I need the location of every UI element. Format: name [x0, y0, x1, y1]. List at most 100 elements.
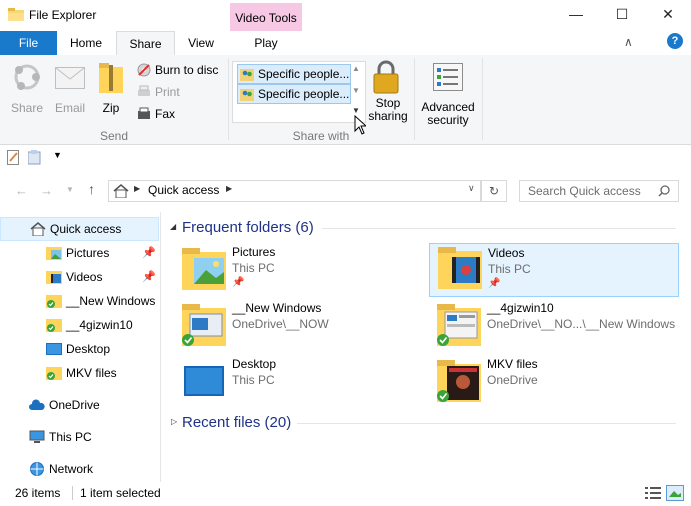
section-divider [322, 228, 676, 229]
share-button[interactable]: Share [6, 59, 48, 119]
cloud-icon [29, 399, 45, 410]
pane-divider [160, 212, 161, 482]
maximize-button[interactable]: ☐ [599, 0, 645, 30]
pin-icon[interactable]: 📌 [142, 242, 156, 264]
pin-icon: 📌 [488, 278, 501, 289]
star-icon [30, 222, 46, 236]
folder-tile-desktop[interactable]: Desktop This PC [174, 357, 424, 409]
pin-icon: 📌 [232, 277, 245, 288]
synced-folder-icon [46, 319, 62, 332]
selection-status: 1 item selected [80, 486, 161, 500]
folder-tile-4gizwin10[interactable]: __4gizwin10 OneDrive\__NO...\__New Windo… [429, 301, 679, 353]
share-with-gallery[interactable]: Specific people... Specific people... ▲ … [232, 61, 366, 123]
new-folder-icon[interactable] [28, 150, 42, 165]
nav-item-this-pc[interactable]: This PC [0, 426, 157, 448]
forward-arrow-icon[interactable]: → [40, 183, 53, 198]
email-icon [55, 67, 85, 89]
people-icon [240, 69, 254, 81]
address-dropdown-icon[interactable]: ∨ [468, 183, 475, 194]
details-view-icon[interactable] [645, 486, 661, 500]
folder-tile-videos[interactable]: Videos This PC 📌 [429, 243, 679, 297]
expand-chevron-icon[interactable]: ▷ [171, 417, 177, 426]
tab-view[interactable]: View [173, 31, 229, 55]
minimize-button[interactable]: — [553, 0, 599, 30]
share-icon [14, 64, 40, 90]
back-arrow-icon[interactable]: ← [15, 183, 28, 198]
zip-button[interactable]: Zip [94, 59, 128, 119]
fax-icon [138, 107, 150, 119]
videos-folder-icon [46, 271, 62, 284]
help-icon[interactable]: ? [667, 33, 683, 49]
refresh-icon[interactable]: ↻ [481, 180, 507, 202]
window-title: File Explorer [29, 8, 97, 22]
print-button[interactable]: Print [137, 84, 197, 102]
tab-file[interactable]: File [0, 31, 57, 55]
share-label: Share [10, 101, 44, 115]
synced-folder-icon [46, 367, 62, 380]
desktop-folder-icon [184, 366, 224, 396]
folder-tile-mkv-files[interactable]: MKV files OneDrive [429, 357, 679, 409]
recent-files-header[interactable]: Recent files (20) [182, 414, 291, 431]
synced-folder-icon [182, 304, 226, 346]
address-bar[interactable]: ▶ Quick access ▶ ∨ [108, 180, 481, 202]
share-with-item[interactable]: Specific people... [237, 84, 351, 104]
nav-item-mkv-files[interactable]: MKV files [0, 362, 157, 384]
section-divider [297, 423, 676, 424]
frequent-folders-header[interactable]: Frequent folders (6) [182, 219, 314, 236]
search-input[interactable]: Search Quick access [519, 180, 679, 202]
customize-toolbar-icon[interactable]: ▼ [53, 150, 62, 160]
disc-icon [137, 63, 151, 77]
group-divider [482, 58, 483, 140]
title-bar: File Explorer — ☐ ✕ [0, 0, 691, 31]
advanced-security-label: Advanced security [421, 100, 475, 127]
burn-to-disc-button[interactable]: Burn to disc [137, 62, 221, 80]
tab-share[interactable]: Share [116, 31, 175, 57]
minimize-ribbon-chevron-icon[interactable]: ∧ [624, 35, 633, 49]
breadcrumb-chevron-icon[interactable]: ▶ [226, 184, 232, 193]
large-icons-view-icon[interactable] [666, 485, 684, 501]
recent-locations-icon[interactable]: ▼ [66, 185, 74, 194]
share-with-item[interactable]: Specific people... [237, 64, 351, 84]
burn-label: Burn to disc [155, 63, 219, 77]
gallery-expand-icon[interactable]: ▼ [352, 106, 360, 115]
print-label: Print [155, 85, 180, 99]
printer-icon [138, 85, 150, 96]
fax-button[interactable]: Fax [137, 106, 197, 124]
close-button[interactable]: ✕ [645, 0, 691, 30]
home-icon [113, 184, 129, 198]
navigation-pane: Quick access Pictures 📌 Videos 📌 __New W… [0, 212, 159, 482]
send-group-label: Send [99, 129, 129, 143]
breadcrumb-chevron-icon[interactable]: ▶ [134, 184, 140, 193]
tab-home[interactable]: Home [57, 31, 115, 55]
folder-tile-new-windows[interactable]: __New Windows OneDrive\__NOW [174, 301, 424, 353]
nav-item-videos[interactable]: Videos 📌 [0, 266, 157, 288]
breadcrumb-location[interactable]: Quick access [148, 183, 219, 197]
nav-item-network[interactable]: Network [0, 458, 157, 480]
collapse-chevron-icon[interactable]: ◢ [170, 222, 176, 231]
group-divider [414, 58, 415, 140]
up-arrow-icon[interactable]: ↑ [88, 181, 95, 197]
nav-item-onedrive[interactable]: OneDrive [0, 394, 157, 416]
quick-access-toolbar: ▼ [0, 145, 691, 170]
nav-item-4gizwin10[interactable]: __4gizwin10 [0, 314, 157, 336]
gallery-scroll-up-icon[interactable]: ▲ [352, 64, 360, 73]
zip-label: Zip [102, 101, 120, 115]
synced-folder-icon [437, 304, 481, 346]
nav-item-quick-access[interactable]: Quick access [0, 217, 159, 241]
email-button[interactable]: Email [50, 59, 90, 119]
ribbon-tabs: File Home Share View Play ∧ ? [0, 31, 691, 57]
advanced-security-button[interactable]: Advanced security [420, 59, 476, 127]
tab-play[interactable]: Play [230, 31, 302, 55]
folder-tile-pictures[interactable]: Pictures This PC 📌 [174, 245, 424, 297]
nav-item-pictures[interactable]: Pictures 📌 [0, 242, 157, 264]
nav-item-new-windows[interactable]: __New Windows [0, 290, 157, 312]
ribbon-share: Share Email Zip Burn to disc Print Fax S… [0, 55, 691, 145]
stop-sharing-label: Stop sharing [368, 96, 408, 123]
gallery-scroll-down-icon[interactable]: ▼ [352, 86, 360, 95]
group-divider [228, 58, 229, 140]
computer-icon [29, 430, 45, 443]
properties-icon[interactable] [7, 150, 21, 165]
stop-sharing-button[interactable]: Stop sharing [366, 59, 410, 127]
pin-icon[interactable]: 📌 [142, 266, 156, 288]
nav-item-desktop[interactable]: Desktop [0, 338, 157, 360]
